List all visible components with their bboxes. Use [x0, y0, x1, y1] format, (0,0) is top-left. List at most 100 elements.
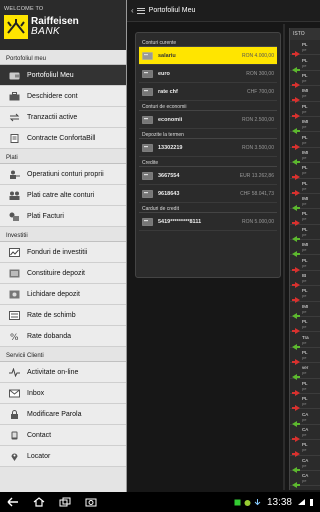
action-bar[interactable]: ‹ Portofoliul Meu	[127, 0, 320, 22]
transaction-row[interactable]: PL pe	[290, 163, 320, 181]
transaction-row[interactable]: CA pe	[290, 425, 320, 442]
transaction-row[interactable]: IMI pe	[290, 148, 320, 165]
account-row[interactable]: 5419*********8111 RON 5.000,00	[139, 213, 277, 231]
nav-item-contracte-confortabill[interactable]: Contracte ConfortaBill	[0, 128, 126, 149]
transaction-row[interactable]: PL pe	[290, 394, 320, 412]
download-notification-icon	[255, 498, 261, 505]
nav-item-plati-catre-alte-conturi[interactable]: Plati catre alte conturi	[0, 185, 126, 206]
account-row[interactable]: 3667554 EUR 13.262,86	[139, 167, 277, 185]
back-button[interactable]	[0, 497, 26, 507]
nav-item-constituire-depozit[interactable]: Constituire depozit	[0, 263, 126, 284]
nav-item-operatiuni-conturi-proprii[interactable]: Operatiuni conturi proprii	[0, 164, 126, 185]
account-balance: RON 3.500,00	[242, 144, 274, 151]
nav-item-label: Fonduri de investitii	[27, 248, 88, 256]
transaction-detail: pe	[302, 293, 307, 299]
transaction-row[interactable]: PL pe	[290, 255, 320, 273]
nav-item-fonduri-de-investitii[interactable]: Fonduri de investitii	[0, 242, 126, 263]
nav-item-tranzactii-active[interactable]: Tranzactii active	[0, 107, 126, 128]
nav-item-inbox[interactable]: Inbox	[0, 383, 126, 404]
menu-icon[interactable]	[136, 6, 145, 15]
outgoing-arrow-icon	[292, 321, 300, 335]
incoming-arrow-icon	[292, 60, 300, 73]
nav-item-modificare-parola[interactable]: Modificare Parola	[0, 404, 126, 425]
transaction-row[interactable]: PL pe	[290, 40, 320, 58]
transaction-row[interactable]: CA pe	[290, 471, 320, 489]
nav-item-deschidere-cont[interactable]: Deschidere cont	[0, 86, 126, 107]
transaction-detail: pe	[302, 77, 307, 83]
transaction-detail: pe	[302, 462, 307, 468]
account-row[interactable]: salariu RON 4.000,00	[139, 47, 277, 65]
transaction-row[interactable]: CA pe	[290, 456, 320, 473]
transaction-detail: pe	[302, 447, 307, 453]
incoming-arrow-icon	[292, 152, 300, 165]
nav-item-plati-facturi[interactable]: Plati Facturi	[0, 206, 126, 227]
transaction-row[interactable]: PL pe	[290, 440, 320, 458]
transactions-header: ISTO	[290, 28, 320, 40]
nav-item-activitate-on-line[interactable]: Activitate on-line	[0, 362, 126, 383]
outgoing-arrow-icon	[292, 167, 300, 181]
transaction-row[interactable]: PL pe	[290, 102, 320, 119]
nav-item-rate-dobanda[interactable]: % Rate dobanda	[0, 326, 126, 347]
page-title: Portofoliul Meu	[148, 7, 196, 14]
brand-header: WELCOME TO Raiffeisen BANK	[0, 0, 126, 50]
recent-apps-button[interactable]	[52, 497, 78, 507]
transaction-row[interactable]: PL pe	[290, 179, 320, 196]
transaction-row[interactable]: IMI pe	[290, 302, 320, 319]
account-name: 9618643	[158, 190, 180, 197]
nav-item-contact[interactable]: Contact	[0, 425, 126, 446]
transaction-detail: pe	[302, 385, 307, 391]
account-group-title: Depozite la termen	[139, 129, 277, 139]
android-notification-icon	[244, 499, 251, 506]
transaction-detail: pe	[302, 62, 307, 68]
transaction-detail: pe	[302, 108, 307, 114]
nav-item-lichidare-depozit[interactable]: Lichidare depozit	[0, 284, 126, 305]
account-row[interactable]: rate chf CHF 700,00	[139, 83, 277, 101]
account-card-icon	[142, 87, 153, 96]
back-arrow-icon	[7, 497, 18, 507]
transaction-detail: pe	[302, 231, 307, 237]
transaction-row[interactable]: PL pe	[290, 55, 320, 73]
account-row[interactable]: 9618643 CHF 58.041,73	[139, 185, 277, 203]
home-button[interactable]	[26, 497, 52, 507]
transaction-row[interactable]: PL pe	[290, 225, 320, 242]
account-group-title: Carduri de credit	[139, 203, 277, 213]
transaction-row[interactable]: ver pe	[290, 363, 320, 381]
transaction-row[interactable]: PL pe	[290, 317, 320, 335]
transactions-panel: ISTO PL pe PL pe PL pe IMI pe PL pe IMI pe PL pe IMI pe…	[289, 28, 320, 490]
transaction-row[interactable]: IMI pe	[290, 86, 320, 104]
transaction-row[interactable]: PL pe	[290, 379, 320, 396]
percent-icon: %	[8, 330, 20, 342]
nav-item-locator[interactable]: Locator	[0, 446, 126, 467]
nav-item-rate-de-schimb[interactable]: Rate de schimb	[0, 305, 126, 326]
transaction-row[interactable]: IMI pe	[290, 117, 320, 135]
account-row[interactable]: 13302219 RON 3.500,00	[139, 139, 277, 157]
transaction-row[interactable]: PL pe	[290, 209, 320, 227]
clock: 13:38	[266, 496, 292, 508]
account-group-title: Conturi de economii	[139, 101, 277, 111]
account-row[interactable]: economii RON 2.500,00	[139, 111, 277, 129]
transfer-icon	[8, 111, 20, 123]
transaction-row[interactable]: IB pe	[290, 271, 320, 289]
incoming-arrow-icon	[292, 414, 300, 427]
transaction-row[interactable]: IMI pe	[290, 194, 320, 212]
screenshot-icon	[85, 498, 97, 507]
transaction-detail: pe	[302, 154, 307, 160]
exchange-icon	[8, 309, 20, 321]
raiffeisen-gable-icon	[4, 15, 28, 39]
transaction-row[interactable]: PL pe	[290, 71, 320, 88]
transaction-row[interactable]: Tra pe	[290, 332, 320, 350]
transaction-row[interactable]: PL pe	[290, 286, 320, 304]
account-row[interactable]: euro RON 300,00	[139, 65, 277, 83]
transaction-row[interactable]: PL pe	[290, 132, 320, 150]
transaction-detail: pe	[302, 370, 307, 376]
screenshot-button[interactable]	[78, 497, 104, 507]
transaction-row[interactable]: PL pe	[290, 348, 320, 365]
transaction-row[interactable]: CA pe	[290, 409, 320, 427]
person-transfer-icon	[8, 168, 20, 180]
account-balance: CHF 58.041,73	[240, 190, 274, 197]
nav-item-portofoliul-meu[interactable]: Portofoliul Meu	[0, 65, 126, 86]
back-chevron-icon[interactable]: ‹	[131, 6, 134, 15]
transaction-row[interactable]: IMI pe	[290, 240, 320, 258]
nav-item-label: Rate dobanda	[27, 332, 71, 340]
transaction-detail: pe	[302, 262, 307, 268]
